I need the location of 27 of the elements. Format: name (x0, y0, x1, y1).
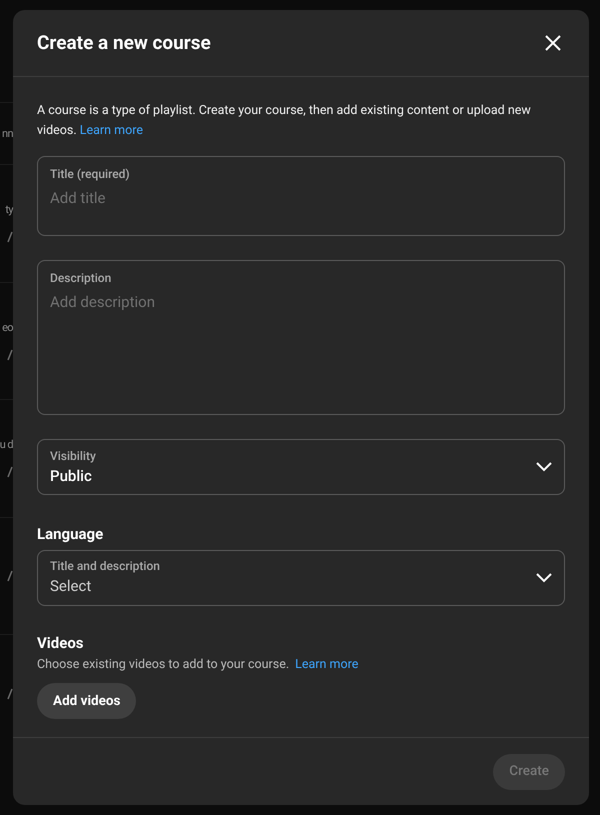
add-videos-button[interactable]: Add videos (37, 682, 136, 719)
field-label: Title (required) (50, 166, 131, 183)
dropdown-value: Public (50, 466, 93, 487)
intro-text: A course is a type of playlist. Create your course, then add existing content or upload new videos. Learn more (37, 102, 532, 140)
videos-description: Choose existing videos to add to your course. (37, 656, 290, 674)
section-heading: Language (37, 524, 104, 545)
section-heading: Videos (37, 632, 84, 654)
field-label: Visibility (50, 448, 96, 465)
field-label: Title and description (50, 558, 160, 576)
description-field[interactable]: Description Add description (37, 260, 565, 415)
dialog-title: Create a new course (37, 30, 211, 56)
field-label: Description (50, 270, 112, 287)
dropdown-value: Select (50, 576, 92, 598)
language-dropdown[interactable]: Title and description Select (37, 550, 565, 606)
visibility-dropdown[interactable]: Visibility Public (37, 439, 565, 495)
learn-more-link[interactable]: Learn more (80, 123, 144, 138)
description-input[interactable]: Add description (50, 291, 552, 414)
chevron-down-icon (536, 462, 552, 472)
learn-more-link[interactable]: Learn more (295, 656, 358, 675)
title-field[interactable]: Title (required) Add title (37, 156, 565, 236)
title-input[interactable]: Add title (50, 187, 552, 210)
background-text: ty (5, 204, 13, 215)
background-text: eo (2, 322, 13, 332)
chevron-down-icon (536, 572, 552, 582)
close-icon (545, 35, 561, 51)
background-text: nn (2, 128, 13, 139)
background-text: u d (0, 439, 13, 450)
